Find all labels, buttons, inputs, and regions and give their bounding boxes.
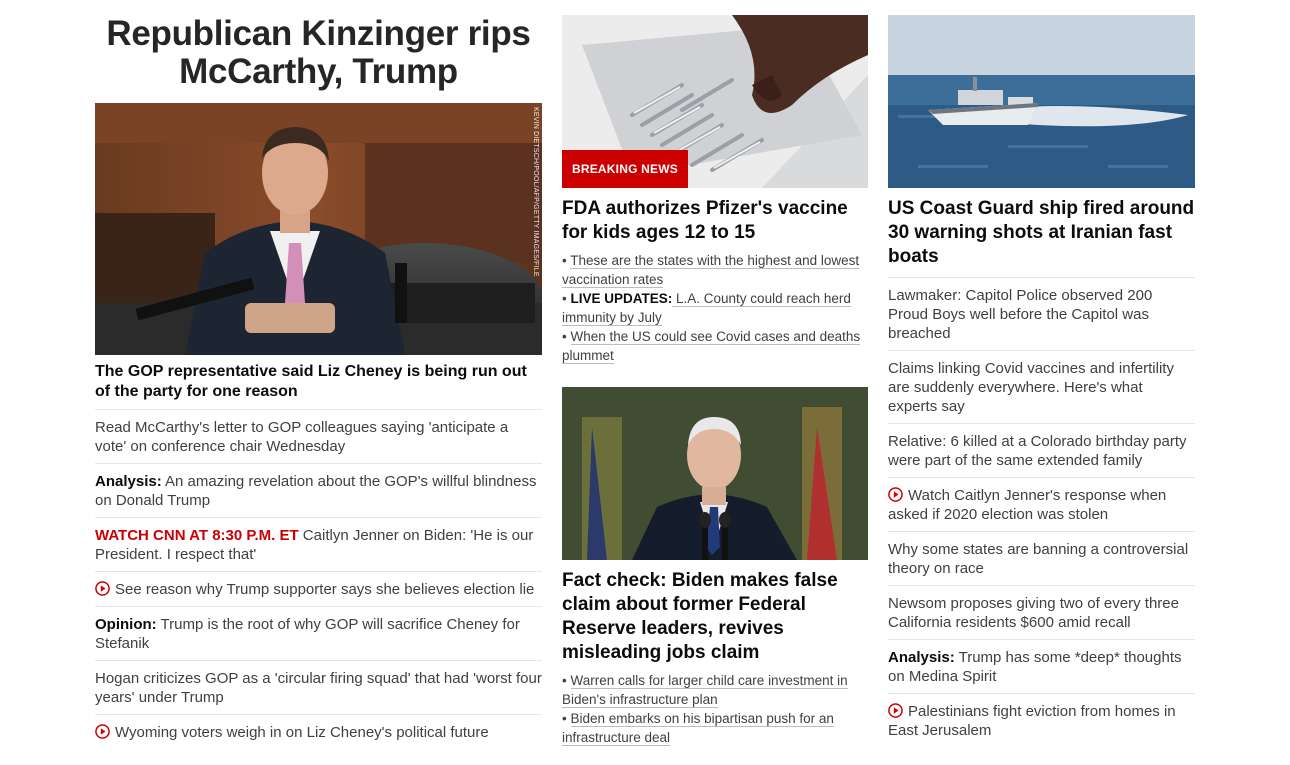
related-link[interactable]: • Warren calls for larger child care inv…	[562, 671, 868, 709]
headline-list-item[interactable]: Claims linking Covid vaccines and infert…	[888, 351, 1195, 424]
main-headline[interactable]: Republican Kinzinger rips McCarthy, Trum…	[95, 15, 542, 91]
bullet: •	[562, 253, 567, 268]
kicker-label: Analysis:	[888, 649, 955, 666]
related-link[interactable]: • When the US could see Covid cases and …	[562, 327, 868, 365]
headline-list-item[interactable]: Newsom proposes giving two of every thre…	[888, 586, 1195, 640]
related-link-text: Biden embarks on his bipartisan push for…	[562, 711, 834, 746]
headline-list-item[interactable]: Analysis: An amazing revelation about th…	[95, 464, 542, 518]
biden-photo[interactable]	[562, 387, 868, 560]
biden-card: Fact check: Biden makes false claim abou…	[562, 387, 868, 747]
lead-related-list: Read McCarthy's letter to GOP colleagues…	[95, 410, 542, 749]
right-related-list: Lawmaker: Capitol Police observed 200 Pr…	[888, 278, 1195, 747]
play-circle-icon	[888, 487, 903, 502]
headline-list-item[interactable]: Watch Caitlyn Jenner's response when ask…	[888, 478, 1195, 532]
pfizer-headline[interactable]: FDA authorizes Pfizer's vaccine for kids…	[562, 197, 868, 245]
item-text: Why some states are banning a controvers…	[888, 541, 1189, 577]
play-circle-icon	[888, 703, 903, 718]
bullet: •	[562, 711, 567, 726]
pfizer-card: BREAKING NEWS FDA authorizes Pfizer's va…	[562, 15, 868, 365]
photo-credit: KEVIN DIETSCH/POOL/AFP/GETTY IMAGES/FILE	[532, 107, 539, 277]
related-link[interactable]: • Biden embarks on his bipartisan push f…	[562, 709, 868, 747]
item-text: Relative: 6 killed at a Colorado birthda…	[888, 433, 1187, 469]
headline-list-item[interactable]: Why some states are banning a controvers…	[888, 532, 1195, 586]
item-text: Hogan criticizes GOP as a 'circular firi…	[95, 670, 542, 706]
vaccine-photo[interactable]: BREAKING NEWS	[562, 15, 868, 188]
kicker-label: Opinion:	[95, 616, 157, 633]
kicker-label: LIVE UPDATES:	[570, 291, 673, 306]
headline-list-item[interactable]: Lawmaker: Capitol Police observed 200 Pr…	[888, 278, 1195, 351]
watch-cnn-label: WATCH CNN AT 8:30 P.M. ET	[95, 527, 299, 544]
related-link-text: Warren calls for larger child care inves…	[562, 673, 848, 708]
related-link-text: These are the states with the highest an…	[562, 253, 860, 288]
bullet: •	[562, 291, 567, 306]
play-circle-icon	[95, 724, 110, 739]
breaking-news-badge: BREAKING NEWS	[562, 150, 688, 188]
item-text: Lawmaker: Capitol Police observed 200 Pr…	[888, 287, 1153, 342]
related-link[interactable]: • LIVE UPDATES: L.A. County could reach …	[562, 289, 868, 327]
biden-related-list: • Warren calls for larger child care inv…	[562, 671, 868, 747]
item-text: Wyoming voters weigh in on Liz Cheney's …	[115, 724, 489, 741]
biden-headline[interactable]: Fact check: Biden makes false claim abou…	[562, 569, 868, 665]
headline-list-item[interactable]: Wyoming voters weigh in on Liz Cheney's …	[95, 715, 542, 749]
headline-list-item[interactable]: Analysis: Trump has some *deep* thoughts…	[888, 640, 1195, 694]
headline-list-item[interactable]: See reason why Trump supporter says she …	[95, 572, 542, 607]
headline-list-item[interactable]: Hogan criticizes GOP as a 'circular firi…	[95, 661, 542, 715]
headline-list-item[interactable]: Opinion: Trump is the root of why GOP wi…	[95, 607, 542, 661]
play-circle-icon	[95, 581, 110, 596]
bullet: •	[562, 673, 567, 688]
pfizer-related-list: • These are the states with the highest …	[562, 251, 868, 365]
lead-story-column: Republican Kinzinger rips McCarthy, Trum…	[95, 15, 542, 749]
kinzinger-photo[interactable]: KEVIN DIETSCH/POOL/AFP/GETTY IMAGES/FILE	[95, 103, 542, 355]
headline-list-item[interactable]: Read McCarthy's letter to GOP colleagues…	[95, 410, 542, 464]
lead-headline[interactable]: The GOP representative said Liz Cheney i…	[95, 362, 542, 410]
item-text: Trump is the root of why GOP will sacrif…	[95, 616, 520, 652]
item-text: An amazing revelation about the GOP's wi…	[95, 473, 537, 509]
item-text: Claims linking Covid vaccines and infert…	[888, 360, 1174, 415]
related-link-text: When the US could see Covid cases and de…	[562, 329, 861, 364]
item-text: Read McCarthy's letter to GOP colleagues…	[95, 419, 509, 455]
coast-guard-headline[interactable]: US Coast Guard ship fired around 30 warn…	[888, 197, 1195, 278]
middle-column: BREAKING NEWS FDA authorizes Pfizer's va…	[562, 15, 868, 747]
item-text: Newsom proposes giving two of every thre…	[888, 595, 1179, 631]
right-column: US Coast Guard ship fired around 30 warn…	[888, 15, 1195, 747]
headline-list-item[interactable]: WATCH CNN AT 8:30 P.M. ET Caitlyn Jenner…	[95, 518, 542, 572]
headline-list-item[interactable]: Palestinians fight eviction from homes i…	[888, 694, 1195, 747]
item-text: Palestinians fight eviction from homes i…	[888, 703, 1176, 739]
bullet: •	[562, 329, 567, 344]
item-text: Watch Caitlyn Jenner's response when ask…	[888, 487, 1167, 523]
kicker-label: Analysis:	[95, 473, 162, 490]
item-text: See reason why Trump supporter says she …	[115, 581, 535, 598]
related-link[interactable]: • These are the states with the highest …	[562, 251, 868, 289]
headline-list-item[interactable]: Relative: 6 killed at a Colorado birthda…	[888, 424, 1195, 478]
fast-boat-photo[interactable]	[888, 15, 1195, 188]
